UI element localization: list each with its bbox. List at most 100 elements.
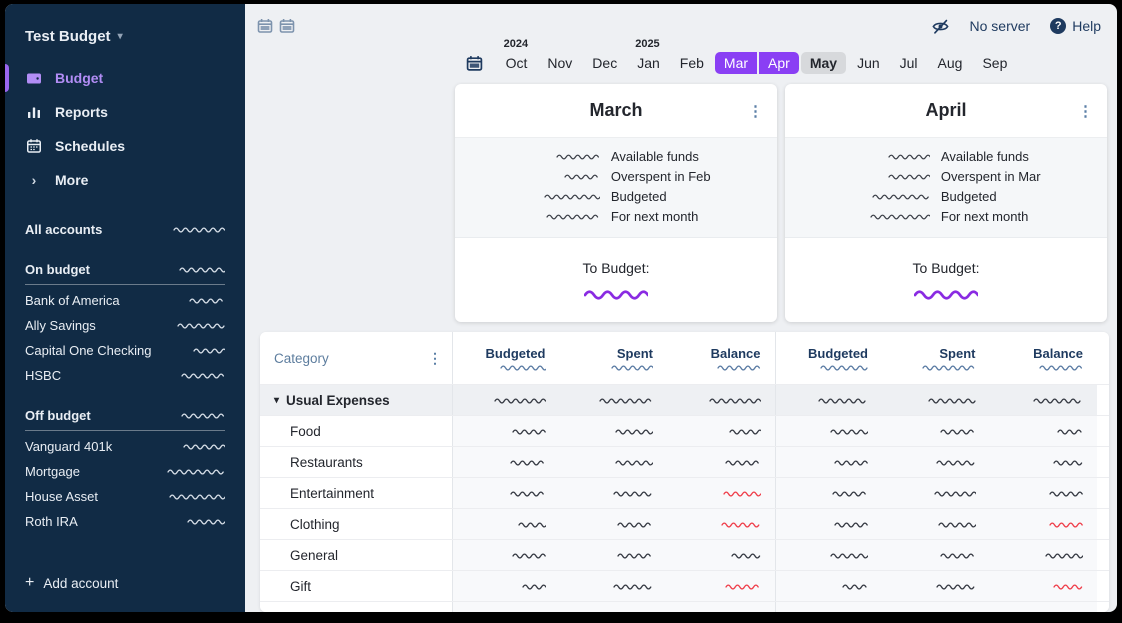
sidebar-item-schedules[interactable]: Schedules [5,129,245,163]
amount-cell[interactable] [882,602,990,612]
to-budget-amount[interactable] [584,288,648,300]
amount-cell[interactable] [560,602,668,612]
month-feb[interactable]: Feb [671,52,713,74]
account-item[interactable]: Bank of America [5,288,245,313]
month-picker-calendar-icon[interactable] [466,55,483,72]
category-name-cell[interactable]: Clothing [260,509,452,539]
one-month-view-icon[interactable] [257,18,273,34]
amount-cell[interactable] [882,509,990,539]
month-aug[interactable]: Aug [929,52,972,74]
account-item[interactable]: Vanguard 401k [5,434,245,459]
kebab-menu-icon[interactable]: ⋮ [428,350,442,367]
category-name-cell[interactable]: Medical [260,602,452,612]
month-nov[interactable]: Nov [538,52,581,74]
amount-cell[interactable] [452,478,560,508]
amount-cell[interactable] [667,416,775,446]
amount-cell[interactable] [452,447,560,477]
amount-cell[interactable] [560,478,668,508]
month-apr[interactable]: Apr [759,52,799,74]
all-accounts-item[interactable]: All accounts [5,217,245,242]
amount-cell[interactable] [452,385,560,415]
category-name-cell[interactable]: Entertainment [260,478,452,508]
category-group-toggle[interactable]: ▾Usual Expenses [260,385,452,415]
amount-cell[interactable] [560,447,668,477]
category-name-cell[interactable]: General [260,540,452,570]
month-jul[interactable]: Jul [891,52,927,74]
month-sep[interactable]: Sep [973,52,1016,74]
amount-cell[interactable] [560,509,668,539]
amount-cell[interactable] [560,540,668,570]
amount-cell[interactable] [775,478,883,508]
hidden-amount-squiggle [494,397,546,404]
category-name-cell[interactable]: Restaurants [260,447,452,477]
account-item[interactable]: House Asset [5,484,245,509]
account-group-header[interactable]: Off budget [25,404,225,431]
amount-cell[interactable] [452,509,560,539]
amount-cell[interactable] [667,478,775,508]
hidden-amount-squiggle [1033,397,1083,404]
two-month-view-icon[interactable] [279,18,295,34]
amount-cell[interactable] [775,416,883,446]
account-group-header[interactable]: On budget [25,258,225,285]
amount-cell[interactable] [667,602,775,612]
amount-cell[interactable] [667,509,775,539]
add-account-button[interactable]: + Add account [5,564,245,598]
kebab-menu-icon[interactable]: ⋮ [748,102,763,120]
amount-cell[interactable] [990,509,1098,539]
amount-cell[interactable] [560,385,668,415]
amount-cell[interactable] [775,571,883,601]
privacy-eye-off-icon[interactable] [931,17,950,36]
amount-cell[interactable] [882,447,990,477]
month-dec[interactable]: Dec [583,52,626,74]
amount-cell[interactable] [775,447,883,477]
account-item[interactable]: HSBC [5,363,245,388]
category-name: Gift [290,579,311,594]
amount-cell[interactable] [990,540,1098,570]
to-budget-amount[interactable] [914,288,978,300]
amount-cell[interactable] [667,571,775,601]
sidebar-item-budget[interactable]: Budget [5,61,245,95]
server-status[interactable]: No server [970,18,1031,34]
amount-cell[interactable] [452,540,560,570]
amount-cell[interactable] [775,509,883,539]
account-item[interactable]: Ally Savings [5,313,245,338]
amount-cell[interactable] [667,447,775,477]
amount-cell[interactable] [990,416,1098,446]
amount-cell[interactable] [882,540,990,570]
budget-table: Category⋮BudgetedSpentBalanceBudgetedSpe… [260,332,1109,612]
month-jun[interactable]: Jun [848,52,889,74]
amount-cell[interactable] [990,571,1098,601]
month-oct[interactable]: 2024Oct [497,52,537,74]
amount-cell[interactable] [882,385,990,415]
amount-cell[interactable] [452,416,560,446]
amount-cell[interactable] [990,385,1098,415]
amount-cell[interactable] [990,478,1098,508]
kebab-menu-icon[interactable]: ⋮ [1078,102,1093,120]
amount-cell[interactable] [775,385,883,415]
month-jan[interactable]: 2025Jan [628,52,669,74]
amount-cell[interactable] [667,540,775,570]
amount-cell[interactable] [990,602,1098,612]
budget-switcher[interactable]: Test Budget ▾ [5,4,245,61]
category-name-cell[interactable]: Gift [260,571,452,601]
amount-cell[interactable] [882,571,990,601]
amount-cell[interactable] [775,602,883,612]
amount-cell[interactable] [882,478,990,508]
amount-cell[interactable] [560,571,668,601]
account-item[interactable]: Capital One Checking [5,338,245,363]
amount-cell[interactable] [882,416,990,446]
amount-cell[interactable] [667,385,775,415]
account-item[interactable]: Roth IRA [5,509,245,534]
amount-cell[interactable] [560,416,668,446]
month-mar[interactable]: Mar [715,52,757,74]
help-button[interactable]: ? Help [1050,18,1101,34]
amount-cell[interactable] [990,447,1098,477]
amount-cell[interactable] [775,540,883,570]
month-may[interactable]: May [801,52,846,74]
amount-cell[interactable] [452,602,560,612]
amount-cell[interactable] [452,571,560,601]
account-item[interactable]: Mortgage [5,459,245,484]
category-name-cell[interactable]: Food [260,416,452,446]
sidebar-item-more[interactable]: ›More [5,163,245,197]
sidebar-item-reports[interactable]: Reports [5,95,245,129]
